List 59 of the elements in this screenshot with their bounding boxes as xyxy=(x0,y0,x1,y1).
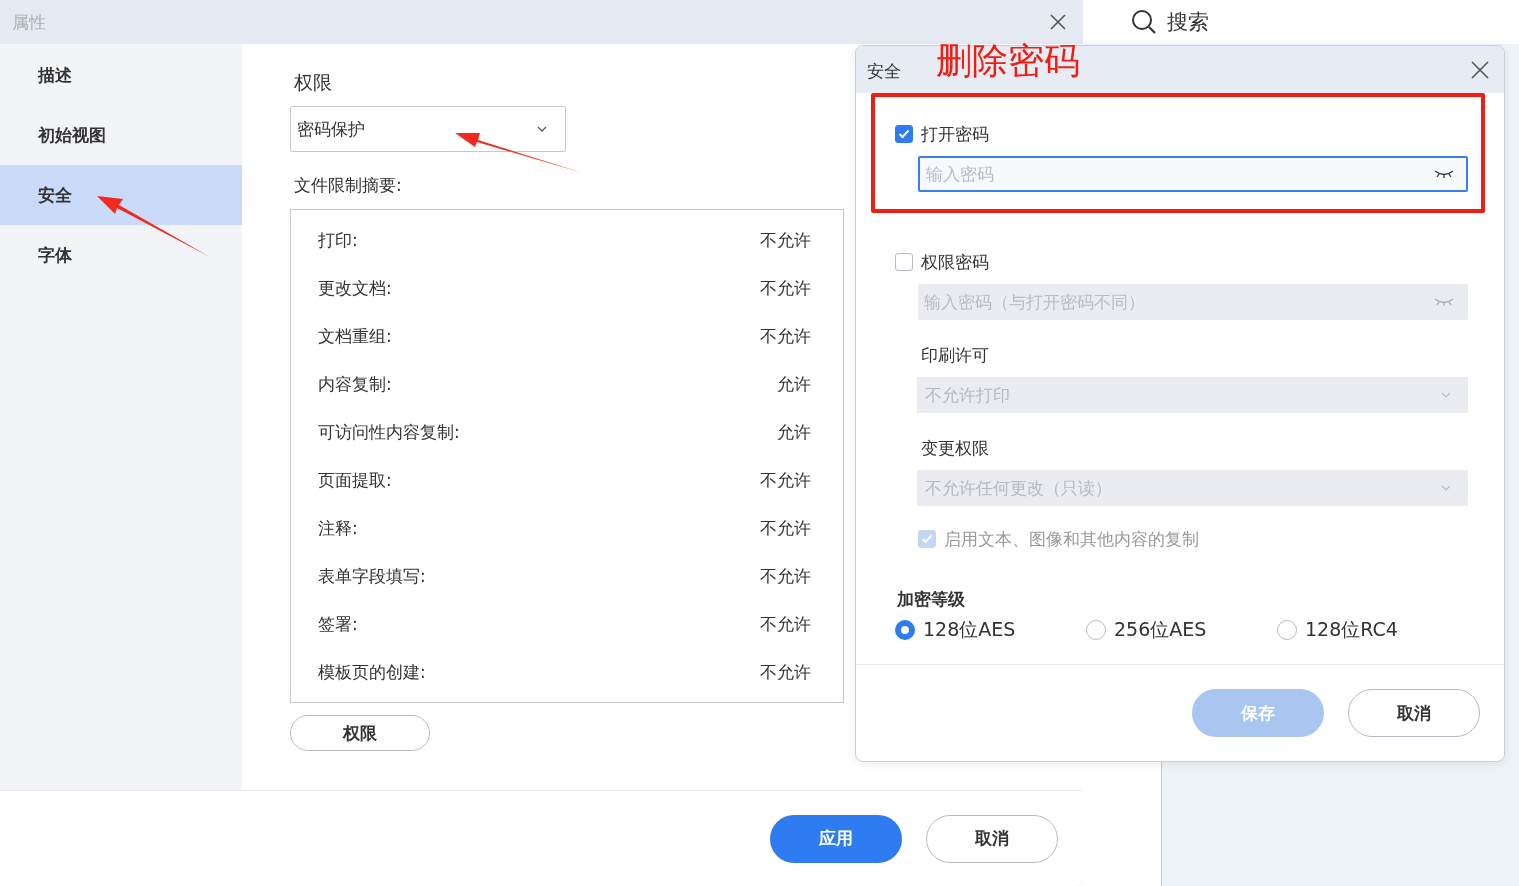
section-title: 权限 xyxy=(294,70,333,95)
field-label: 变更权限 xyxy=(921,437,990,460)
restriction-value: 不允许 xyxy=(760,324,811,348)
restriction-value: 不允许 xyxy=(760,612,811,636)
radio-label: 256位AES xyxy=(1114,617,1207,642)
search-label[interactable]: 搜索 xyxy=(1167,8,1209,36)
permissions-button[interactable]: 权限 xyxy=(290,715,430,751)
radio-button[interactable] xyxy=(895,620,915,640)
restriction-value: 不允许 xyxy=(760,228,811,252)
restriction-value: 不允许 xyxy=(760,468,811,492)
password-field[interactable]: 输入密码 xyxy=(918,156,1468,192)
sidebar-item[interactable]: 初始视图 xyxy=(0,105,242,165)
checkmark-icon xyxy=(921,534,933,544)
restriction-value: 不允许 xyxy=(760,516,811,540)
restriction-name: 页面提取: xyxy=(318,468,392,492)
checkbox-label: 打开密码 xyxy=(921,122,989,146)
security-method-dropdown[interactable]: 密码保护 xyxy=(290,106,566,152)
checkbox-label: 权限密码 xyxy=(921,250,989,274)
field-label: 印刷许可 xyxy=(921,344,990,367)
restriction-name: 打印: xyxy=(318,228,358,252)
sidebar-item[interactable]: 描述 xyxy=(0,45,242,105)
restriction-name: 注释: xyxy=(318,516,358,540)
restriction-value: 不允许 xyxy=(760,564,811,588)
apply-button[interactable]: 应用 xyxy=(770,814,902,863)
checkbox[interactable] xyxy=(895,125,913,143)
restriction-value: 不允许 xyxy=(760,660,811,684)
restriction-value: 允许 xyxy=(777,372,811,396)
summary-label: 文件限制摘要: xyxy=(294,174,403,197)
radio-label: 128位RC4 xyxy=(1305,617,1398,642)
close-icon[interactable] xyxy=(1049,13,1067,31)
section-title: 加密等级 xyxy=(897,588,966,611)
cancel-button[interactable]: 取消 xyxy=(1348,689,1480,737)
restriction-name: 模板页的创建: xyxy=(318,660,426,684)
radio-label: 128位AES xyxy=(923,617,1016,642)
sidebar-item[interactable]: 安全 xyxy=(0,165,242,225)
annotation-text: 删除密码 xyxy=(936,39,1080,83)
cancel-button[interactable]: 取消 xyxy=(926,814,1058,863)
close-icon[interactable] xyxy=(1471,60,1489,79)
chevron-down-icon xyxy=(1441,485,1451,491)
restriction-name: 表单字段填写: xyxy=(318,564,426,588)
chevron-down-icon xyxy=(1441,392,1451,398)
eye-closed-icon[interactable] xyxy=(1434,169,1454,179)
restriction-name: 内容复制: xyxy=(318,372,392,396)
chevron-down-icon xyxy=(537,126,547,132)
restriction-value: 允许 xyxy=(777,420,811,444)
checkbox-label: 启用文本、图像和其他内容的复制 xyxy=(944,527,1199,551)
sidebar-item[interactable]: 字体 xyxy=(0,225,242,285)
restriction-name: 签署: xyxy=(318,612,358,636)
radio-button[interactable] xyxy=(1277,620,1297,640)
dialog-title: 安全 xyxy=(867,60,901,83)
restriction-name: 文档重组: xyxy=(318,324,392,348)
radio-button[interactable] xyxy=(1086,620,1106,640)
restriction-name: 可访问性内容复制: xyxy=(318,420,460,444)
search-icon[interactable] xyxy=(1131,9,1157,35)
checkmark-icon xyxy=(898,129,910,139)
restriction-name: 更改文档: xyxy=(318,276,392,300)
checkbox[interactable] xyxy=(895,253,913,271)
restriction-value: 不允许 xyxy=(760,276,811,300)
window-title: 属性 xyxy=(12,10,46,34)
